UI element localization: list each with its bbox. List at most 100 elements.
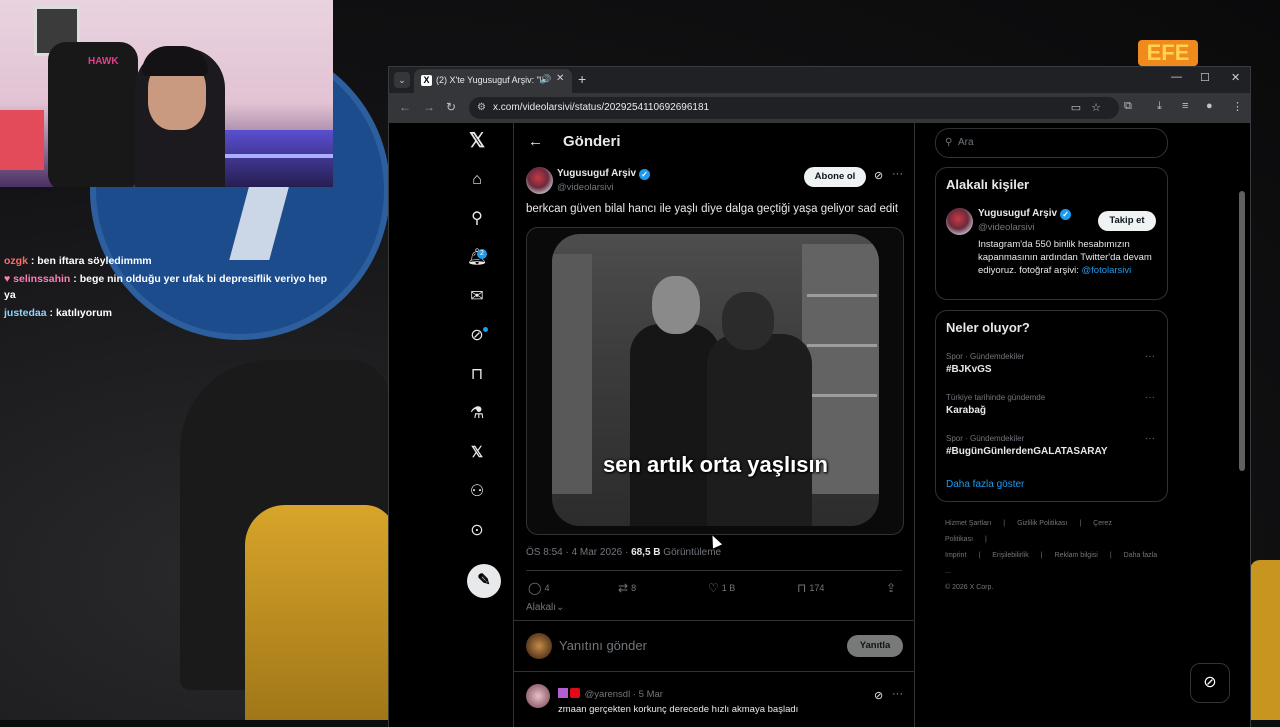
related-avatar[interactable] bbox=[946, 208, 973, 235]
trend-item[interactable]: #BJKvGS bbox=[946, 364, 992, 375]
like-button[interactable]: ♡ 1 B bbox=[708, 581, 735, 595]
tab-title: (2) X'te Yugusuguf Arşiv: "b bbox=[436, 75, 541, 85]
tab-search-dropdown[interactable]: ⌄ bbox=[394, 72, 410, 88]
footer-link[interactable]: Gizlilik Politikası bbox=[1017, 520, 1067, 527]
comment-grok-icon[interactable]: ⊘ bbox=[874, 689, 883, 702]
follow-button[interactable]: Takip et bbox=[1098, 211, 1156, 231]
grok-icon[interactable]: ⊘ bbox=[874, 169, 883, 182]
comment-handle[interactable]: @yarensdl bbox=[585, 689, 631, 700]
related-name[interactable]: Yugusuguf Arşiv ✓ bbox=[978, 208, 1072, 220]
author-avatar[interactable] bbox=[526, 167, 553, 194]
footer-link[interactable]: Reklam bilgisi bbox=[1055, 552, 1098, 559]
back-button[interactable]: ← bbox=[399, 100, 411, 114]
chat-text: : katılıyorum bbox=[49, 307, 112, 319]
comment-more-icon[interactable]: ··· bbox=[892, 688, 903, 700]
repost-button[interactable]: ⇄ 8 bbox=[618, 581, 636, 595]
url-text[interactable]: x.com/videolarsivi/status/20292541106926… bbox=[493, 102, 709, 113]
footer-link[interactable]: Erişilebilirlik bbox=[992, 552, 1029, 559]
compose-button[interactable]: ✎ bbox=[467, 564, 501, 598]
related-bio: Instagram'da 550 binlik hesabımızın kapa… bbox=[978, 239, 1152, 276]
author-name[interactable]: Yugusuguf Arşiv ✓ bbox=[557, 168, 651, 180]
more-icon[interactable]: ··· bbox=[1145, 392, 1155, 403]
site-info-icon[interactable]: ⚙ bbox=[477, 102, 486, 113]
x-logo-icon[interactable]: 𝕏 bbox=[465, 129, 489, 153]
reply-icon: ◯ bbox=[528, 581, 542, 595]
reply-submit-button[interactable]: Yanıtla bbox=[847, 635, 903, 657]
trend-item[interactable]: #BugünGünlerdenGALATASARAY bbox=[946, 446, 1107, 457]
video-player[interactable]: sen artık orta yaşlısın bbox=[552, 234, 879, 526]
verified-icon: ✓ bbox=[1060, 209, 1072, 220]
comment-text: zmaan gerçekten korkunç derecede hızlı a… bbox=[558, 704, 799, 715]
more-icon[interactable]: ··· bbox=[892, 168, 903, 180]
related-dropdown[interactable]: Alakalı⌄ bbox=[526, 602, 564, 613]
forward-button[interactable]: → bbox=[423, 100, 435, 114]
premium-x-icon[interactable]: 𝕏 bbox=[465, 441, 489, 465]
cast-icon: ▭ bbox=[1070, 102, 1092, 114]
scrollbar[interactable] bbox=[1239, 191, 1245, 471]
show-more-link[interactable]: Daha fazla göster bbox=[946, 479, 1024, 490]
browser-toolbar: ← → ↻ ⚙ x.com/videolarsivi/status/202925… bbox=[389, 93, 1250, 123]
more-options-icon[interactable]: ⊙ bbox=[465, 519, 489, 543]
mail-icon[interactable]: ✉ bbox=[465, 285, 489, 309]
more-icon[interactable]: ··· bbox=[1145, 433, 1155, 444]
menu-icon[interactable]: ⋮ bbox=[1232, 100, 1243, 113]
minimize-button[interactable]: — bbox=[1171, 71, 1182, 83]
extensions-icon[interactable]: ⧉ bbox=[1124, 100, 1132, 113]
reply-input[interactable]: Yanıtını gönder bbox=[559, 638, 647, 653]
related-handle[interactable]: @videolarsivi bbox=[978, 222, 1035, 233]
close-tab-icon[interactable]: ✕ bbox=[556, 73, 564, 84]
bookmark-button[interactable]: ⊓ 174 bbox=[797, 581, 824, 595]
new-tab-button[interactable]: + bbox=[578, 71, 586, 87]
bookmark-icon[interactable]: ⊓ bbox=[465, 363, 489, 387]
trend-category: Türkiye tarihinde gündemde bbox=[946, 393, 1046, 402]
back-arrow-icon[interactable]: ← bbox=[528, 133, 543, 150]
background-chair bbox=[245, 505, 395, 720]
more-icon[interactable]: ··· bbox=[1145, 351, 1155, 362]
chat-message: ♥ selinssahin : bege nin olduğu yer ufak… bbox=[4, 271, 329, 303]
share-icon: ⇪ bbox=[886, 581, 897, 595]
footer-link[interactable]: Daha fazla ... bbox=[945, 552, 1157, 575]
timestamp[interactable]: ÖS 8:54 · 4 Mar 2026 · bbox=[526, 547, 631, 558]
share-button[interactable]: ⇪ bbox=[886, 581, 899, 595]
tweet-actions: ◯ 4 ⇄ 8 ♡ 1 B ⊓ 174 ⇪ bbox=[526, 570, 902, 599]
speaker-icon[interactable]: 🔊 bbox=[540, 74, 551, 85]
close-window-button[interactable]: ✕ bbox=[1231, 71, 1240, 84]
trend-item[interactable]: Karabağ bbox=[946, 405, 986, 416]
person-icon[interactable]: ⚇ bbox=[465, 480, 489, 504]
footer-link[interactable]: Imprint bbox=[945, 552, 966, 559]
chat-message: ozgk : ben iftara söyledimmm bbox=[4, 253, 329, 269]
footer-separator: | bbox=[1040, 552, 1043, 559]
search-box[interactable]: ⚲ Ara bbox=[935, 128, 1168, 158]
background-logo: EFE bbox=[1138, 40, 1198, 66]
grok-floating-button[interactable]: ⊘ bbox=[1190, 663, 1230, 703]
comment-date: · 5 Mar bbox=[632, 689, 663, 700]
tweet-media[interactable]: sen artık orta yaşlısın bbox=[526, 227, 904, 535]
heart-icon: ♡ bbox=[708, 581, 719, 595]
maximize-button[interactable]: ☐ bbox=[1200, 71, 1210, 84]
reload-button[interactable]: ↻ bbox=[446, 100, 456, 114]
trend-category: Spor · Gündemdekiler bbox=[946, 434, 1025, 443]
profile-avatar-icon[interactable]: ● bbox=[1206, 100, 1213, 112]
chat-text: : ben iftara söyledimmm bbox=[30, 255, 152, 267]
bio-link[interactable]: @fotolarsivi bbox=[1082, 265, 1132, 276]
flask-icon[interactable]: ⚗ bbox=[465, 402, 489, 426]
address-bar[interactable]: ⚙ x.com/videolarsivi/status/202925411069… bbox=[469, 97, 1119, 119]
footer-link[interactable]: Hizmet Şartları bbox=[945, 520, 991, 527]
trends-panel: Neler oluyor? Spor · Gündemdekiler #BJKv… bbox=[935, 310, 1168, 502]
search-icon: ⚲ bbox=[945, 137, 953, 148]
tab-bar: ⌄ X (2) X'te Yugusuguf Arşiv: "b 🔊 ✕ + —… bbox=[389, 67, 1250, 93]
chat-username: ozgk bbox=[4, 255, 28, 267]
address-actions[interactable]: ▭☆ bbox=[1071, 101, 1111, 114]
browser-tab[interactable]: X (2) X'te Yugusuguf Arşiv: "b 🔊 ✕ bbox=[414, 69, 572, 93]
search-icon[interactable]: ⚲ bbox=[465, 207, 489, 231]
search-placeholder: Ara bbox=[958, 137, 974, 148]
comment-avatar[interactable] bbox=[526, 684, 550, 708]
bookmark-icon: ⊓ bbox=[797, 581, 807, 595]
comment-header: @yarensdl · 5 Mar bbox=[558, 688, 663, 700]
author-handle[interactable]: @videolarsivi bbox=[557, 182, 614, 193]
reply-button[interactable]: ◯ 4 bbox=[528, 581, 549, 595]
media-icon[interactable]: ≡ bbox=[1182, 100, 1188, 112]
home-icon[interactable]: ⌂ bbox=[465, 168, 489, 192]
download-icon[interactable]: ⤓ bbox=[1157, 100, 1162, 113]
subscribe-button[interactable]: Abone ol bbox=[804, 167, 866, 187]
